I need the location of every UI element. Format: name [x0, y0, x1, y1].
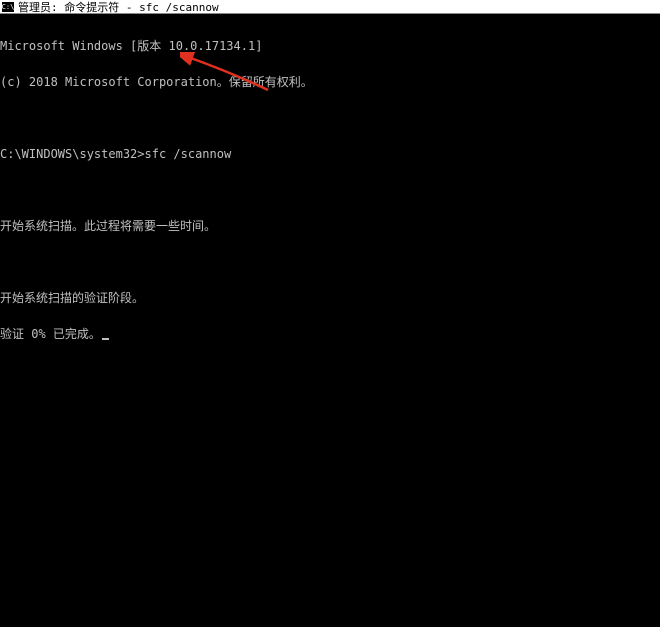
progress-line: 验证 0% 已完成。: [0, 328, 660, 340]
prompt-text: C:\WINDOWS\system32>: [0, 147, 145, 161]
verify-phase-line: 开始系统扫描的验证阶段。: [0, 292, 660, 304]
scan-start-line: 开始系统扫描。此过程将需要一些时间。: [0, 220, 660, 232]
blank-line: [0, 256, 660, 268]
window-title-bar: C:\ 管理员: 命令提示符 - sfc /scannow: [0, 0, 660, 14]
terminal-output[interactable]: Microsoft Windows [版本 10.0.17134.1] (c) …: [0, 14, 660, 352]
copyright-line: (c) 2018 Microsoft Corporation。保留所有权利。: [0, 76, 660, 88]
progress-text: 验证 0% 已完成。: [0, 327, 101, 341]
command-text: sfc /scannow: [145, 147, 232, 161]
blank-line: [0, 112, 660, 124]
prompt-line: C:\WINDOWS\system32>sfc /scannow: [0, 148, 660, 160]
cursor: [102, 338, 109, 340]
blank-line: [0, 184, 660, 196]
window-title-text: 管理员: 命令提示符 - sfc /scannow: [18, 0, 219, 15]
cmd-icon: C:\: [2, 2, 14, 12]
version-line: Microsoft Windows [版本 10.0.17134.1]: [0, 40, 660, 52]
